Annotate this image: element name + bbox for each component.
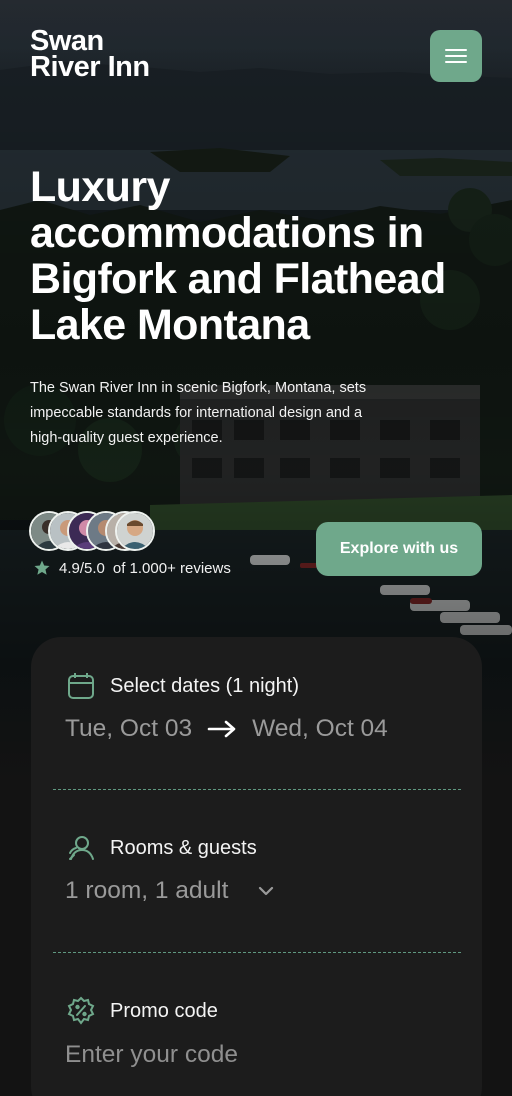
reviewer-avatars <box>29 511 159 551</box>
section-divider <box>53 952 461 953</box>
star-icon <box>34 560 50 575</box>
rating-summary: 4.9/5.0 of 1.000+ reviews <box>33 559 231 577</box>
check-in-date[interactable]: Tue, Oct 03 <box>65 715 192 743</box>
rating-count: of 1.000+ reviews <box>112 559 231 577</box>
guests-section-header[interactable]: Rooms & guests <box>66 833 257 863</box>
promo-code-input[interactable] <box>65 1038 445 1072</box>
dates-section-header[interactable]: Select dates (1 night) <box>66 671 299 701</box>
rating-score: 4.9/5.0 <box>59 559 105 577</box>
hero-headline: Luxury accommodations in Bigfork and Fla… <box>30 163 446 349</box>
guests-value: 1 room, 1 adult <box>65 877 229 904</box>
brand-logo-line2: River Inn <box>30 51 150 83</box>
hero-description: The Swan River Inn in scenic Bigfork, Mo… <box>30 380 367 446</box>
guests-selector[interactable]: 1 room, 1 adult <box>65 877 274 905</box>
dates-label: Select dates (1 night) <box>110 674 299 697</box>
brand-logo[interactable]: Swan River Inn <box>30 27 150 83</box>
arrow-right-icon <box>206 719 238 739</box>
guests-icon <box>66 833 96 863</box>
date-range[interactable]: Tue, Oct 03 Wed, Oct 04 <box>65 715 388 743</box>
booking-card: Select dates (1 night) Tue, Oct 03 Wed, … <box>31 637 482 1096</box>
discount-icon <box>66 996 96 1026</box>
calendar-icon <box>66 671 96 701</box>
promo-label: Promo code <box>110 999 218 1022</box>
section-divider <box>53 789 461 790</box>
menu-icon <box>445 49 467 63</box>
guests-label: Rooms & guests <box>110 836 257 859</box>
avatar <box>115 511 155 551</box>
menu-button[interactable] <box>430 30 482 82</box>
promo-section-header: Promo code <box>66 996 218 1026</box>
explore-button[interactable]: Explore with us <box>316 522 482 576</box>
check-out-date[interactable]: Wed, Oct 04 <box>252 715 388 743</box>
chevron-down-icon[interactable] <box>258 886 274 896</box>
